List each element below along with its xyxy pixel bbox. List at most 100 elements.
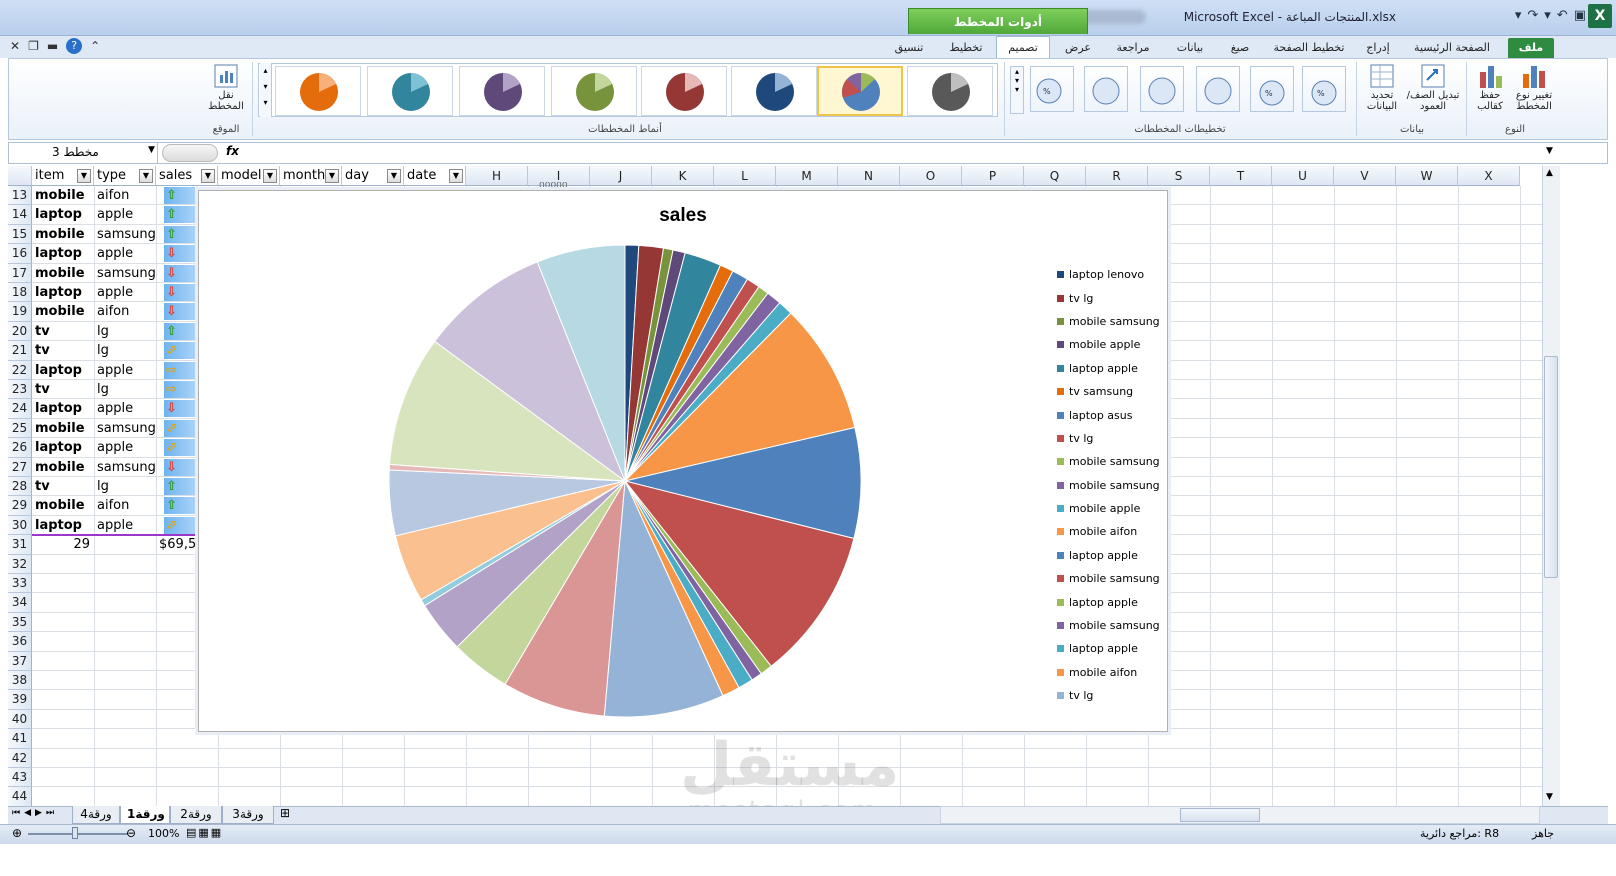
undo-dropdown-icon[interactable]: ▾ [1544, 8, 1551, 23]
legend-entry[interactable]: mobile samsung [1057, 567, 1167, 590]
column-header-J[interactable]: J [590, 166, 652, 186]
help-icon[interactable]: ? [66, 38, 83, 54]
row-header[interactable]: 19 [8, 302, 32, 322]
zoom-in-icon[interactable]: ⊕ [12, 826, 22, 840]
chart-style-teal[interactable] [367, 66, 453, 116]
collapse-ribbon-icon[interactable]: ⌃ [90, 39, 100, 53]
chart-layout-5[interactable] [1084, 66, 1128, 112]
sheet-nav-arrows-icon[interactable]: ⏮◀▶⏭ [12, 808, 58, 818]
tab-insert[interactable]: إدراج [1356, 38, 1400, 58]
row-header[interactable]: 29 [8, 496, 32, 516]
cell-type[interactable]: samsung [94, 458, 156, 477]
column-header-P[interactable]: P [962, 166, 1024, 186]
expand-formula-bar-icon[interactable]: ▼ [1546, 146, 1553, 156]
cell-type[interactable]: aifon [94, 186, 156, 205]
row-header[interactable]: 20 [8, 321, 32, 342]
cell-type[interactable]: lg [94, 477, 156, 496]
row-header[interactable]: 13 [8, 186, 32, 206]
cell-item[interactable]: laptop [32, 438, 94, 457]
column-header-L[interactable]: L [714, 166, 776, 186]
tab-home[interactable]: الصفحة الرئيسية [1404, 38, 1500, 58]
column-header-U[interactable]: U [1272, 166, 1334, 186]
row-header[interactable]: 15 [8, 224, 32, 245]
column-header-R[interactable]: R [1086, 166, 1148, 186]
column-header-W[interactable]: W [1396, 166, 1458, 186]
excel-logo-icon[interactable]: X [1588, 4, 1612, 28]
switch-row-column-button[interactable]: تبديل الصف/العمود [1404, 62, 1462, 112]
header-cell-sales[interactable]: sales ▼ [156, 166, 218, 186]
row-header[interactable]: 27 [8, 457, 32, 477]
cell-type[interactable]: samsung [94, 225, 156, 244]
cell-type[interactable]: lg [94, 322, 156, 341]
cell-type[interactable]: lg [94, 341, 156, 360]
cell-item[interactable]: laptop [32, 361, 94, 380]
legend-entry[interactable]: tv lg [1057, 286, 1167, 309]
row-header[interactable]: 26 [8, 438, 32, 458]
row-header[interactable]: 24 [8, 399, 32, 419]
legend-entry[interactable]: tv lg [1057, 427, 1167, 450]
header-cell-month[interactable]: month ▼ [280, 166, 342, 186]
cell-type[interactable]: apple [94, 205, 156, 224]
cell-item[interactable]: laptop [32, 283, 94, 302]
cell-item[interactable]: laptop [32, 399, 94, 418]
tab-review[interactable]: مراجعة [1104, 38, 1162, 58]
horizontal-scroll-thumb[interactable] [1180, 808, 1260, 822]
column-header-X[interactable]: X [1458, 166, 1520, 186]
column-header-K[interactable]: K [652, 166, 714, 186]
tab-formulas[interactable]: صيغ [1218, 38, 1262, 58]
chart-legend[interactable]: laptop lenovo tv lg mobile samsung mobile a… [1057, 263, 1167, 707]
cell-type[interactable]: apple [94, 399, 156, 418]
chart-layout-1[interactable]: % [1302, 66, 1346, 112]
cell-item[interactable]: tv [32, 380, 94, 399]
cell-item[interactable]: laptop [32, 244, 94, 263]
status-circular-references[interactable]: مراجع دائرية: R8 [1420, 827, 1499, 840]
legend-entry[interactable]: laptop apple [1057, 544, 1167, 567]
formula-input[interactable] [246, 144, 1536, 162]
tab-design[interactable]: تصميم [996, 36, 1050, 58]
chart-layout-4[interactable] [1140, 66, 1184, 112]
row-header[interactable]: 30 [8, 515, 32, 536]
filter-dropdown-icon[interactable]: ▼ [263, 169, 277, 183]
chart-layout-3[interactable] [1196, 66, 1240, 112]
filter-dropdown-icon[interactable]: ▼ [449, 169, 463, 183]
cell-item[interactable]: laptop [32, 516, 94, 535]
tab-format[interactable]: تنسيق [882, 38, 936, 58]
column-header-T[interactable]: T [1210, 166, 1272, 186]
row-header[interactable]: 35 [8, 612, 32, 633]
legend-entry[interactable]: mobile samsung [1057, 450, 1167, 473]
change-chart-type-button[interactable]: تغيير نوع المخطط [1512, 62, 1556, 112]
save-as-template-button[interactable]: حفظ كقالب [1470, 62, 1510, 112]
column-header-S[interactable]: S [1148, 166, 1210, 186]
cell-type[interactable]: apple [94, 283, 156, 302]
legend-entry[interactable]: mobile samsung [1057, 310, 1167, 333]
filter-dropdown-icon[interactable]: ▼ [325, 169, 339, 183]
insert-sheet-icon[interactable]: ⊞ [280, 806, 290, 820]
filter-dropdown-icon[interactable]: ▼ [139, 169, 153, 183]
legend-entry[interactable]: tv samsung [1057, 380, 1167, 403]
zoom-out-icon[interactable]: ⊖ [126, 826, 136, 840]
row-header[interactable]: 38 [8, 671, 32, 691]
insert-function-icon[interactable]: fx [226, 144, 239, 158]
styles-scroll[interactable]: ▴ ▾ ▾ [260, 63, 272, 117]
row-header[interactable]: 39 [8, 690, 32, 710]
close-icon[interactable]: ✕ [10, 39, 20, 53]
save-icon[interactable]: ▣ [1574, 8, 1586, 23]
filter-dropdown-icon[interactable]: ▼ [201, 169, 215, 183]
pie-chart[interactable]: sales laptop lenovo tv lg mobile samsung mo… [198, 190, 1168, 732]
sheet-tab[interactable]: ورقة2 [170, 806, 222, 824]
tab-data[interactable]: بيانات [1166, 38, 1214, 58]
cell-type[interactable]: apple [94, 361, 156, 380]
chart-style-red[interactable] [641, 66, 727, 116]
row-header[interactable]: 32 [8, 554, 32, 574]
cell-type[interactable]: lg [94, 380, 156, 399]
pie-plot-area[interactable] [199, 191, 1169, 733]
tab-layout[interactable]: تخطيط [940, 38, 992, 58]
cell-type[interactable]: aifon [94, 496, 156, 515]
header-cell-type[interactable]: type ▼ [94, 166, 156, 186]
cell-item[interactable]: tv [32, 341, 94, 360]
legend-entry[interactable]: mobile apple [1057, 497, 1167, 520]
undo-icon[interactable]: ↶ [1557, 8, 1568, 23]
column-header-V[interactable]: V [1334, 166, 1396, 186]
cell-type[interactable]: apple [94, 516, 156, 535]
tab-file[interactable]: ملف [1508, 38, 1554, 58]
